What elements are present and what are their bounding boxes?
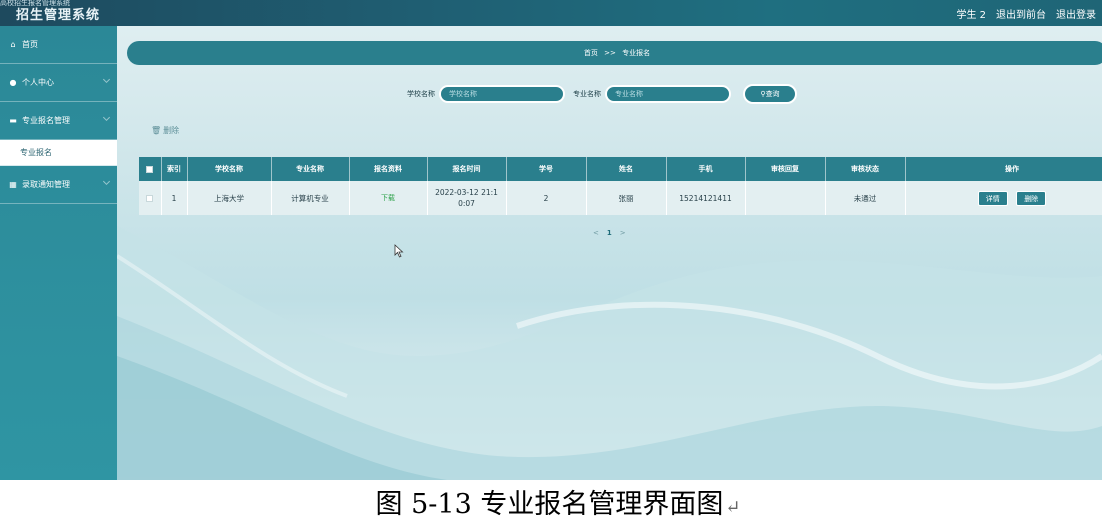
column-header: 专业名称 (271, 157, 350, 181)
actions-cell: 详情 删除 (905, 181, 1102, 215)
chevron-down-icon (102, 113, 111, 122)
grid-icon: ▦ (9, 180, 17, 189)
registration-table: 索引 学校名称 专业名称 报名资料 报名时间 学号 姓名 手机 审核回复 审核状… (139, 157, 1102, 215)
home-icon: ⌂ (10, 40, 16, 49)
prev-page-button[interactable]: < (593, 229, 599, 237)
major-name-label: 专业名称 (573, 90, 601, 98)
user-icon: ● (9, 78, 17, 87)
column-header: 索引 (161, 157, 188, 181)
column-header: 姓名 (586, 157, 667, 181)
briefcase-icon: ▬ (9, 116, 17, 125)
figure-caption-text: 图 5-13 专业报名管理界面图 (375, 489, 724, 520)
delete-row-button[interactable]: 删除 (1016, 190, 1047, 206)
sidebar-item-admission-notice-management[interactable]: ▦ 录取通知管理 (0, 166, 117, 204)
sidebar-item-label: 首页 (22, 40, 38, 49)
column-header: 审核状态 (825, 157, 906, 181)
school-name-input[interactable]: 学校名称 (439, 85, 565, 103)
return-mark-icon: ↵ (725, 497, 741, 518)
school-name-label: 学校名称 (407, 90, 435, 98)
search-button[interactable]: ⚲ 查询 (743, 84, 797, 104)
detail-button[interactable]: 详情 (977, 190, 1008, 206)
search-form: 学校名称 学校名称 专业名称 专业名称 ⚲ 查询 (407, 84, 797, 104)
top-links: 学生 2 退出到前台 退出登录 (956, 6, 1096, 21)
chevron-down-icon (102, 177, 111, 186)
sidebar: ⌂ 首页 ● 个人中心 ▬ 专业报名管理 专业报名 ▦ 录取通知管理 (0, 26, 117, 480)
trash-icon: 🗑 (151, 126, 162, 135)
student-number-cell: 2 (506, 181, 587, 215)
sidebar-subitem-major-registration[interactable]: 专业报名 (0, 140, 117, 166)
time-line-2: 0:07 (458, 199, 475, 208)
row-select-cell[interactable] (139, 181, 162, 215)
sidebar-item-label: 专业报名管理 (22, 116, 70, 125)
column-header: 报名资料 (349, 157, 428, 181)
major-name-input[interactable]: 专业名称 (605, 85, 731, 103)
breadcrumb-home[interactable]: 首页 (584, 49, 598, 57)
app-window: 高校招生报名管理系统 招生管理系统 学生 2 退出到前台 退出登录 ⌂ 首页 ●… (0, 0, 1102, 480)
sidebar-item-major-registration-management[interactable]: ▬ 专业报名管理 (0, 102, 117, 140)
status-cell: 未通过 (825, 181, 906, 215)
batch-delete-button[interactable]: 🗑 删除 (151, 125, 179, 136)
time-cell: 2022-03-12 21:1 0:07 (427, 181, 507, 215)
column-header: 学号 (506, 157, 587, 181)
time-line-1: 2022-03-12 21:1 (435, 188, 498, 197)
school-cell: 上海大学 (187, 181, 272, 215)
select-all-cell[interactable] (139, 157, 162, 181)
download-link[interactable]: 下载 (349, 181, 428, 215)
table-header-row: 索引 学校名称 专业名称 报名资料 报名时间 学号 姓名 手机 审核回复 审核状… (139, 157, 1102, 181)
logout-link[interactable]: 退出登录 (1056, 6, 1096, 21)
breadcrumb-separator: >> (604, 49, 616, 57)
pagination: < 1 > (593, 229, 626, 237)
select-all-checkbox[interactable] (146, 165, 154, 173)
sidebar-item-personal-center[interactable]: ● 个人中心 (0, 64, 117, 102)
name-cell: 张丽 (586, 181, 667, 215)
column-header: 审核回复 (745, 157, 826, 181)
current-user: 学生 2 (956, 10, 986, 21)
top-bar: 高校招生报名管理系统 招生管理系统 学生 2 退出到前台 退出登录 (0, 0, 1102, 26)
main-content: 首页 >> 专业报名 学校名称 学校名称 专业名称 专业名称 ⚲ 查询 🗑 删除 (117, 26, 1102, 480)
phone-cell: 15214121411 (666, 181, 746, 215)
page-number[interactable]: 1 (607, 229, 612, 237)
sidebar-item-label: 个人中心 (22, 78, 54, 87)
mouse-cursor-icon (394, 244, 404, 258)
column-header: 手机 (666, 157, 746, 181)
column-header: 操作 (905, 157, 1102, 181)
chevron-down-icon (102, 75, 111, 84)
figure-caption: 图 5-13 专业报名管理界面图 ↵ (0, 482, 1102, 527)
breadcrumb-current: 专业报名 (622, 49, 651, 57)
next-page-button[interactable]: > (620, 229, 626, 237)
batch-delete-label: 删除 (163, 126, 180, 135)
back-to-front-link[interactable]: 退出到前台 (996, 6, 1046, 21)
index-cell: 1 (161, 181, 188, 215)
system-title: 招生管理系统 (16, 8, 101, 23)
column-header: 学校名称 (187, 157, 272, 181)
search-button-label: 查询 (765, 90, 780, 98)
sidebar-item-label: 录取通知管理 (22, 180, 70, 189)
breadcrumb: 首页 >> 专业报名 (127, 41, 1102, 65)
major-cell: 计算机专业 (271, 181, 350, 215)
reply-cell (745, 181, 826, 215)
sidebar-item-home[interactable]: ⌂ 首页 (0, 26, 117, 64)
row-checkbox[interactable] (146, 195, 154, 202)
column-header: 报名时间 (427, 157, 507, 181)
table-row: 1 上海大学 计算机专业 下载 2022-03-12 21:1 0:07 2 张… (139, 181, 1102, 215)
